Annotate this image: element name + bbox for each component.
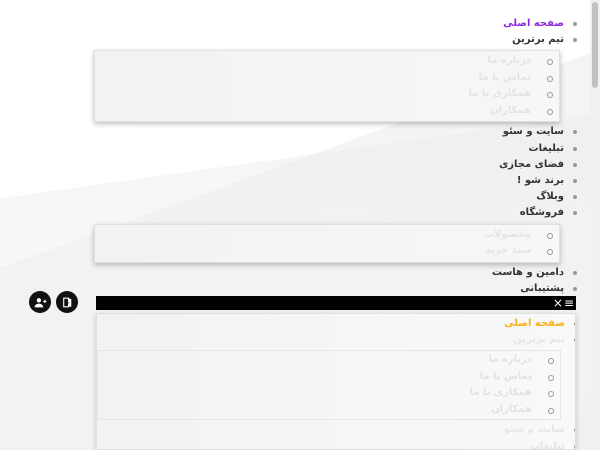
menu-item-domain-host[interactable]: دامین و هاست xyxy=(94,265,577,281)
page-scrollbar[interactable] xyxy=(590,0,600,450)
menu-item-social[interactable]: فضای مجازی xyxy=(94,157,577,173)
submenu-item[interactable]: همکاری با ما xyxy=(95,86,559,103)
mobile-team-submenu: درباره ما تماس با ما همکاری با ما همکارا… xyxy=(97,350,575,421)
register-button[interactable] xyxy=(29,291,51,313)
close-icon[interactable]: × xyxy=(553,296,563,310)
mobile-menu-bar: × ≡ xyxy=(96,296,576,310)
submenu-item[interactable]: همکاران xyxy=(98,402,560,419)
shop-submenu: محصولات سبد خرید xyxy=(94,223,574,263)
login-button[interactable] xyxy=(56,291,78,313)
mobile-item-site-seo[interactable]: سایت و سئو xyxy=(97,422,575,438)
submenu-item[interactable]: درباره ما xyxy=(98,352,560,369)
menu-item-home[interactable]: صفحه اصلی xyxy=(94,16,577,32)
main-menu: صفحه اصلی تیم برترین درباره ما تماس با م… xyxy=(94,16,577,297)
menu-item-team[interactable]: تیم برترین xyxy=(94,32,577,48)
mobile-item-ads[interactable]: تبلیغات xyxy=(97,439,575,449)
submenu-item[interactable]: سبد خرید xyxy=(95,243,559,260)
hamburger-icon[interactable]: ≡ xyxy=(564,296,574,310)
add-user-icon xyxy=(34,297,46,307)
submenu-item[interactable]: همکاری با ما xyxy=(98,385,560,402)
submenu-item[interactable]: تماس با ما xyxy=(98,369,560,386)
menu-item-support[interactable]: پشتیبانی xyxy=(94,281,577,297)
menu-item-ads[interactable]: تبلیغات xyxy=(94,141,577,157)
menu-item-blog[interactable]: وبلاگ xyxy=(94,189,577,205)
mobile-item-home[interactable]: صفحه اصلی xyxy=(97,316,575,332)
submenu-item[interactable]: درباره ما xyxy=(95,53,559,70)
scrollbar-thumb[interactable] xyxy=(592,2,598,88)
mobile-item-team[interactable]: تیم برترین xyxy=(97,332,575,348)
team-submenu: درباره ما تماس با ما همکاری با ما همکارا… xyxy=(94,50,574,123)
mobile-menu: صفحه اصلی تیم برترین درباره ما تماس با م… xyxy=(97,316,575,449)
menu-item-site-seo[interactable]: سایت و سئو xyxy=(94,124,577,140)
submenu-item[interactable]: محصولات xyxy=(95,227,559,244)
submenu-item[interactable]: تماس با ما xyxy=(95,70,559,87)
login-icon xyxy=(62,297,71,307)
mobile-menu-panel: صفحه اصلی تیم برترین درباره ما تماس با م… xyxy=(96,313,576,450)
submenu-item[interactable]: همکاران xyxy=(95,103,559,120)
menu-item-shop[interactable]: فروشگاه xyxy=(94,205,577,221)
menu-item-brand[interactable]: برند شو ! xyxy=(94,173,577,189)
